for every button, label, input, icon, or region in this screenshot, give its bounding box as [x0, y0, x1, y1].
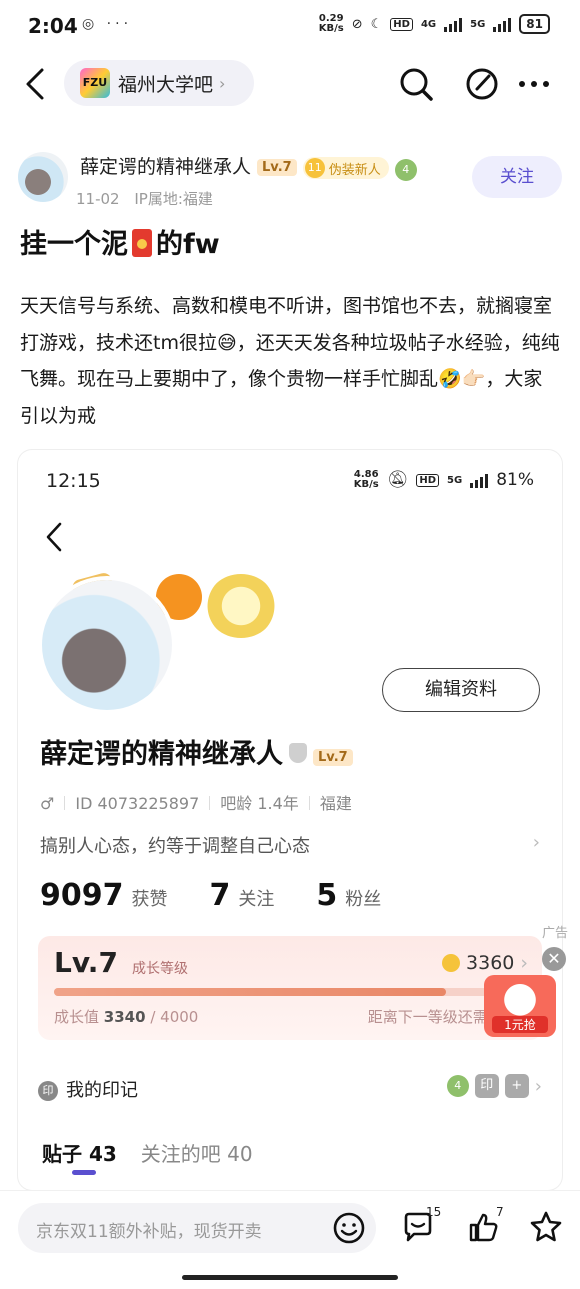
bar-age: 吧龄 1.4年 [220, 794, 299, 813]
post-date: 11-02 [76, 190, 120, 208]
profile-meta: ♂ ID 4073225897 吧龄 1.4年 福建 [40, 790, 352, 814]
chevron-right-icon: › [532, 832, 540, 853]
mute-bell-icon: 🔕︎ [386, 470, 409, 490]
edit-profile-button: 编辑资料 [382, 668, 540, 712]
ad-gift-button[interactable]: 1元抢 [484, 975, 556, 1037]
my-marks-label: 我的印记 [66, 1080, 138, 1101]
mark-icon: 印 [38, 1081, 58, 1101]
post-body: 天天信号与系统、高数和模电不听讲，图书馆也不去，就搁寝室打游戏，技术还tm很拉😅… [20, 295, 560, 427]
compose-icon[interactable] [462, 64, 502, 104]
net-speed: 0.29 KB/s [318, 13, 344, 34]
hd-icon: HD [390, 17, 413, 31]
profile-signature: 搞别人心态，约等于调整自己心态 › [40, 832, 540, 857]
plus-icon: + [504, 1074, 529, 1098]
title-badge: 11 伪装新人 [302, 157, 389, 179]
profile-stats: 9097 获赞 7 关注 5 粉丝 [40, 878, 382, 913]
more-icon[interactable] [514, 64, 554, 104]
chevron-right-icon: › [534, 1075, 542, 1097]
leaf-icon: 4 [394, 159, 417, 181]
chevron-right-icon: › [219, 73, 226, 93]
star-icon[interactable] [528, 1209, 564, 1245]
emoji-icon[interactable] [332, 1211, 366, 1245]
comment-input[interactable]: 京东双11额外补贴，现货开卖 [18, 1203, 376, 1253]
fans-count: 5 [316, 878, 338, 913]
shot-battery: 81% [496, 470, 534, 490]
shot-net-speed: 4.86 KB/s [353, 469, 379, 490]
author-name-line[interactable]: 薛定谔的精神继承人 Lv.7 11 伪装新人 4 [80, 152, 417, 181]
signal-icon-2 [493, 16, 512, 32]
author-name: 薛定谔的精神继承人 [80, 156, 252, 178]
close-icon[interactable]: ✕ [542, 947, 566, 971]
signal-5g-label: 5G [470, 18, 486, 30]
level-card-subtitle: 成长等级 [132, 961, 188, 977]
tab-posts: 贴子 43 [42, 1142, 117, 1166]
tab-followed-bars: 关注的吧 40 [140, 1142, 253, 1166]
profile-name-line: 薛定谔的精神继承人 Lv.7 [40, 732, 353, 771]
forum-name: 福州大学吧 [118, 73, 214, 96]
home-indicator[interactable] [182, 1275, 398, 1280]
my-marks-row: 印我的印记 4 印 + › [38, 1074, 542, 1102]
decoration-badge-3 [206, 574, 276, 638]
level-badge: Lv.7 [257, 159, 297, 176]
link-icon: ⊘ [351, 16, 363, 32]
status-bar: 2:04 ◎ ··· 0.29 KB/s ⊘ ☾ HD 4G 5G 81 [0, 0, 580, 52]
shot-status-right: 4.86 KB/s 🔕︎ HD 5G 81% [353, 469, 534, 491]
post-meta: 11-02 IP属地:福建 [76, 188, 213, 209]
top-nav: FZU 福州大学吧 › [0, 56, 580, 112]
status-time: 2:04 [28, 14, 78, 38]
ip-location: IP属地:福建 [134, 190, 213, 208]
profile-id: ID 4073225897 [75, 794, 200, 813]
likes-count: 9097 [40, 878, 124, 913]
forum-logo: FZU [80, 68, 110, 98]
author-row: 薛定谔的精神继承人 Lv.7 11 伪装新人 4 11-02 IP属地:福建 关注 [18, 148, 562, 210]
comment-count: 15 [426, 1205, 442, 1219]
coin-icon [442, 954, 461, 972]
growth-value: 成长值 3340 / 4000 [54, 1008, 199, 1026]
embedded-screenshot[interactable]: 12:15 4.86 KB/s 🔕︎ HD 5G 81% 编辑资料 薛定谔的精神… [18, 450, 562, 1190]
profile-tabs: 贴子 43 关注的吧 40 [42, 1138, 253, 1167]
moon-icon: ☾ [370, 16, 383, 32]
ad-promo-text: 1元抢 [492, 1016, 548, 1033]
shot-back-icon [46, 522, 62, 552]
forum-pill[interactable]: FZU 福州大学吧 › [64, 60, 254, 106]
status-right: 0.29 KB/s ⊘ ☾ HD 4G 5G 81 [319, 14, 550, 34]
red-envelope-icon [132, 229, 152, 257]
shield-icon [289, 743, 307, 763]
author-avatar[interactable] [18, 152, 68, 202]
back-icon[interactable] [22, 66, 50, 102]
battery-icon: 81 [519, 14, 550, 34]
following-count: 7 [209, 878, 231, 913]
next-level-hint: 距离下一等级还需 6 [367, 1008, 502, 1026]
marks-icons: 4 印 + › [441, 1074, 542, 1098]
level-card: Lv.7 成长等级 3360 › 成长值 3340 / 4000 距离下一等级还需… [38, 936, 542, 1040]
profile-level-badge: Lv.7 [313, 749, 353, 766]
ad-label: 广告 [542, 926, 569, 941]
active-tab-indicator [72, 1170, 96, 1175]
shot-signal-label: 5G [447, 474, 463, 486]
profile-name: 薛定谔的精神继承人 [40, 739, 283, 770]
like-count: 7 [496, 1205, 504, 1219]
shot-hd-icon: HD [416, 473, 440, 487]
leaf-icon: 4 [446, 1075, 469, 1097]
growth-progress-bar [54, 988, 524, 996]
signal-icon [444, 16, 463, 32]
shot-status-time: 12:15 [46, 470, 101, 492]
growth-progress-fill [54, 988, 447, 996]
profile-region: 福建 [319, 794, 352, 813]
signal-4g-label: 4G [420, 18, 437, 30]
level-card-level: Lv.7 [54, 946, 118, 979]
bottom-bar: 京东双11额外补贴，现货开卖 15 7 [0, 1190, 580, 1289]
status-notification-icons: ◎ ··· [82, 16, 133, 32]
follow-button[interactable]: 关注 [472, 156, 562, 198]
gender-icon: ♂ [40, 794, 55, 813]
seal-icon: 印 [474, 1074, 499, 1098]
profile-avatar [42, 580, 172, 710]
search-icon[interactable] [396, 64, 436, 104]
post-title: 挂一个泥 的fw [20, 229, 220, 260]
coin-icon: 11 [304, 158, 325, 178]
shot-signal-icon [470, 472, 489, 488]
comment-placeholder: 京东双11额外补贴，现货开卖 [36, 1222, 262, 1242]
coin-balance: 3360 › [442, 952, 528, 974]
